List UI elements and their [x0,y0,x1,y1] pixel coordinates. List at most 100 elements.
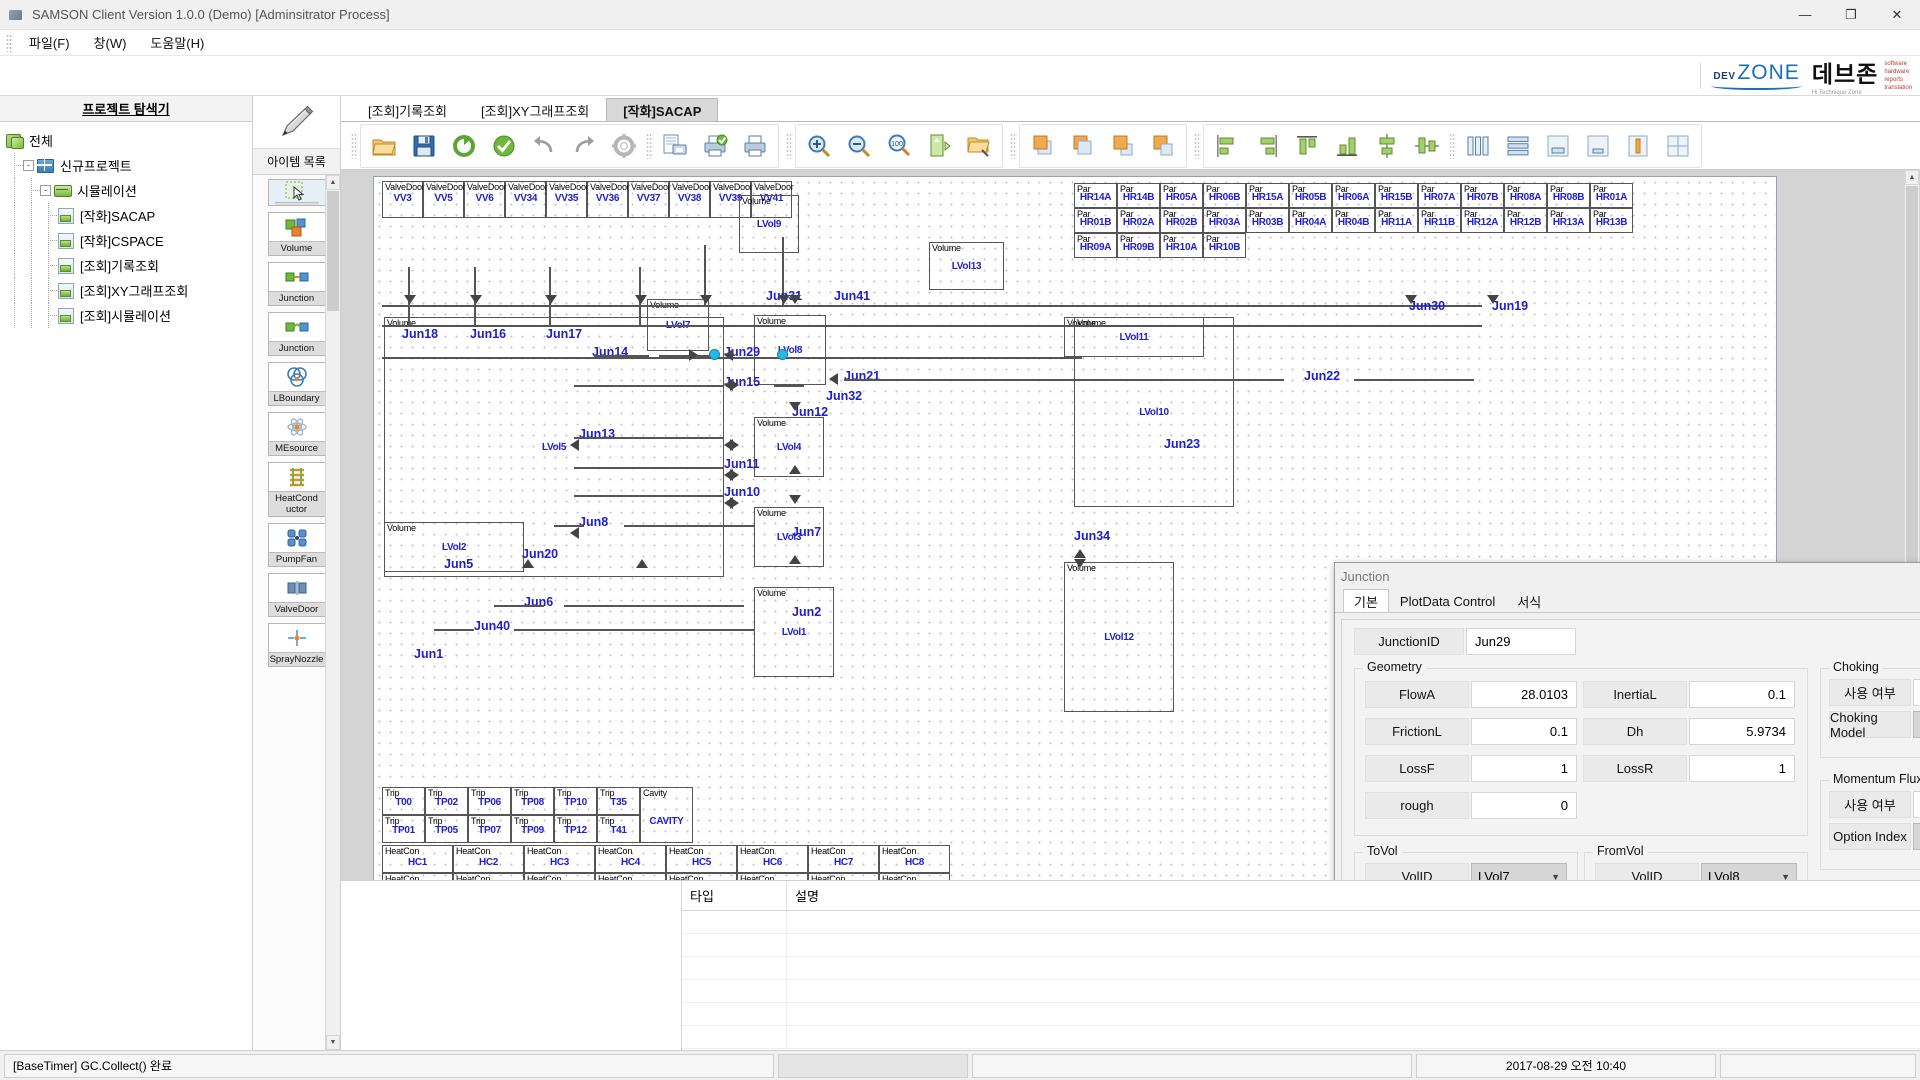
par-HR15A[interactable]: ParHR15A [1246,183,1289,208]
palette-item-volume[interactable]: Volume [268,212,326,256]
document-tab-2[interactable]: [작화]SACAP [606,98,718,121]
align-top-icon[interactable] [1287,126,1327,166]
junction-label[interactable]: Jun8 [579,515,608,529]
zoom-in-icon[interactable] [799,126,839,166]
par-HR07B[interactable]: ParHR07B [1461,183,1504,208]
choking-use-checkbox[interactable]: 예 [1913,679,1920,706]
close-button[interactable]: ✕ [1874,0,1920,30]
dh-input[interactable]: 5.9734 [1689,718,1795,745]
palette-scrollbar[interactable]: ▲ ▼ [325,175,340,1050]
par-HR09B[interactable]: ParHR09B [1117,233,1160,258]
tree-expander[interactable]: - [23,160,34,171]
palette-item-valvedoor[interactable]: ValveDoor [268,573,326,617]
toolbar-grip-4[interactable] [1194,133,1201,159]
minimize-button[interactable]: — [1782,0,1828,30]
valvedoor-VV38[interactable]: ValveDoorVV38 [669,181,710,218]
heatcond-HC25[interactable]: HeatConHC25 [737,873,808,880]
par-HR04B[interactable]: ParHR04B [1332,208,1375,233]
par-HR06A[interactable]: ParHR06A [1332,183,1375,208]
send-to-back-icon[interactable] [1063,126,1103,166]
dialog-tab-1[interactable]: PlotData Control [1389,589,1506,612]
dialog-tab-2[interactable]: 서식 [1506,589,1552,612]
volume-LVol9[interactable]: VolumeLVol9 [739,195,799,253]
junction-label[interactable]: Jun41 [834,289,870,303]
save-icon[interactable] [404,126,444,166]
tree-item-7[interactable]: [조회]시뮬레이션 [0,303,252,328]
valvedoor-VV34[interactable]: ValveDoorVV34 [505,181,546,218]
palette-scroll-down-icon[interactable]: ▼ [326,1035,340,1050]
print-preview-icon[interactable] [655,126,695,166]
canvas-scroll-up-icon[interactable]: ▲ [1905,170,1919,185]
palette-item-junction[interactable]: Junction [268,262,326,306]
par-HR14A[interactable]: ParHR14A [1074,183,1117,208]
toolbar-grip-1[interactable] [351,133,358,159]
par-HR12A[interactable]: ParHR12A [1461,208,1504,233]
par-HR03B[interactable]: ParHR03B [1246,208,1289,233]
valvedoor-VV36[interactable]: ValveDoorVV36 [587,181,628,218]
par-HR02A[interactable]: ParHR02A [1117,208,1160,233]
lossf-input[interactable]: 1 [1471,755,1577,782]
par-HR03A[interactable]: ParHR03A [1203,208,1246,233]
par-HR04A[interactable]: ParHR04A [1289,208,1332,233]
junction-label[interactable]: Jun17 [546,327,582,341]
menu-help[interactable]: 도움말(H) [138,30,216,55]
junctionid-input[interactable]: Jun29 [1466,628,1576,655]
volume-LVol13[interactable]: VolumeLVol13 [929,242,1004,290]
valvedoor-VV6[interactable]: ValveDoorVV6 [464,181,505,218]
valvedoor-VV37[interactable]: ValveDoorVV37 [628,181,669,218]
distribute-v-icon[interactable] [1498,126,1538,166]
par-HR08B[interactable]: ParHR08B [1547,183,1590,208]
trip-TP02[interactable]: TripTP02 [425,787,468,815]
volume-LVol11[interactable]: VolumeLVol11 [1064,317,1204,357]
junction-label[interactable]: Jun18 [402,327,438,341]
option-index-select[interactable]: 0 ▼ [1913,823,1920,850]
trip-TP06[interactable]: TripTP06 [468,787,511,815]
trip-T41[interactable]: TripT41 [597,815,640,843]
grid-icon[interactable] [1658,126,1698,166]
zoom-100-icon[interactable]: 100 [879,126,919,166]
diagram-canvas-area[interactable]: ValveDoorVV3ValveDoorVV5ValveDoorVV6Valv… [341,170,1920,880]
junction-label[interactable]: Jun7 [792,525,821,539]
lossr-input[interactable]: 1 [1689,755,1795,782]
heatcond-HC8[interactable]: HeatConHC8 [879,845,950,873]
par-HR06B[interactable]: ParHR06B [1203,183,1246,208]
junction-label[interactable]: Jun40 [474,619,510,633]
redo-icon[interactable] [564,126,604,166]
junction-endpoint-dot[interactable] [777,349,788,360]
junction-label[interactable]: Jun6 [524,595,553,609]
palette-item-lboundary[interactable]: LBoundary [268,362,326,406]
maximize-button[interactable]: ❐ [1828,0,1874,30]
junction-label[interactable]: Jun16 [470,327,506,341]
same-size-icon[interactable] [1618,126,1658,166]
trip-T00[interactable]: TripT00 [382,787,425,815]
menu-file[interactable]: 파일(F) [17,30,82,55]
heatcond-HC23[interactable]: HeatConHC23 [595,873,666,880]
trip-TP07[interactable]: TripTP07 [468,815,511,843]
send-backward-icon[interactable] [1143,126,1183,166]
table-row[interactable] [682,934,1920,957]
par-HR10A[interactable]: ParHR10A [1160,233,1203,258]
menu-window[interactable]: 창(W) [82,30,139,55]
volume-LVol12[interactable]: VolumeLVol12 [1064,562,1174,712]
palette-item-heatcond-uctor[interactable]: HeatCond uctor [268,462,326,517]
junction-label[interactable]: Jun22 [1304,369,1340,383]
junction-label[interactable]: Jun32 [826,389,862,403]
print-icon[interactable] [735,126,775,166]
same-width-icon[interactable] [1538,126,1578,166]
trip-TP01[interactable]: TripTP01 [382,815,425,843]
trip-TP09[interactable]: TripTP09 [511,815,554,843]
par-HR13B[interactable]: ParHR13B [1590,208,1633,233]
rough-input[interactable]: 0 [1471,792,1577,819]
toolbar-grip-3[interactable] [1010,133,1017,159]
heatcond-HC22[interactable]: HeatConHC22 [524,873,595,880]
flowa-input[interactable]: 28.0103 [1471,681,1577,708]
heatcond-HC26[interactable]: HeatConHC26 [808,873,879,880]
junction-label[interactable]: Jun2 [792,605,821,619]
tree-item-6[interactable]: [조회]XY그래프조회 [0,278,252,303]
dialog-tab-0[interactable]: 기본 [1343,589,1389,612]
table-row[interactable] [682,911,1920,934]
heatcond-HC4[interactable]: HeatConHC4 [595,845,666,873]
bring-forward-icon[interactable] [1103,126,1143,166]
palette-item-spraynozzle[interactable]: SprayNozzle [268,623,326,667]
par-HR15B[interactable]: ParHR15B [1375,183,1418,208]
